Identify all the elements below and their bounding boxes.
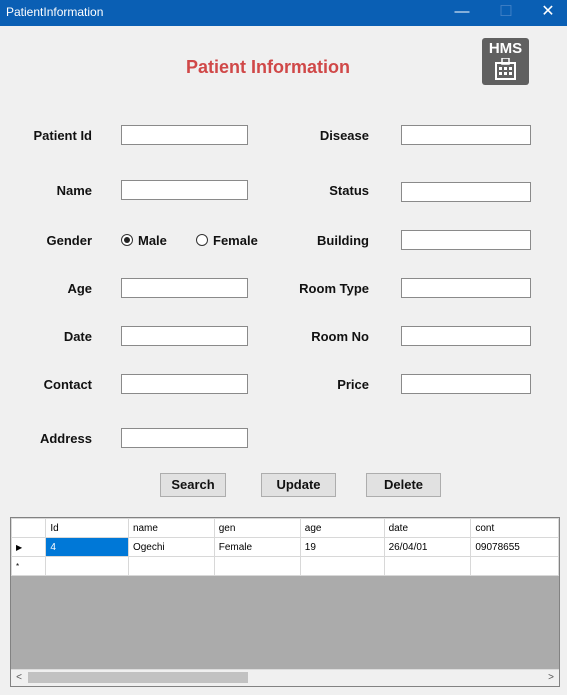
disease-label: Disease <box>319 128 369 143</box>
grid-cell[interactable] <box>213 556 301 576</box>
grid-cell[interactable]: 09078655 <box>470 537 559 557</box>
gender-male-radio[interactable]: Male <box>121 233 167 248</box>
room-type-label: Room Type <box>299 281 369 296</box>
close-button[interactable]: ✕ <box>526 0 567 26</box>
grid-header-row: Id name gen age date cont <box>11 518 559 538</box>
grid-cell[interactable] <box>383 556 472 576</box>
title-bar: PatientInformation — ☐ ✕ <box>0 0 567 26</box>
gender-male-label: Male <box>138 233 167 248</box>
grid-cell[interactable] <box>127 556 215 576</box>
new-row[interactable]: * <box>11 556 559 576</box>
maximize-button[interactable]: ☐ <box>484 0 528 26</box>
status-input[interactable] <box>401 182 531 202</box>
disease-input[interactable] <box>401 125 531 145</box>
column-header[interactable]: Id <box>45 518 129 538</box>
grid-cell[interactable]: Ogechi <box>127 537 215 557</box>
grid-cell[interactable]: 19 <box>299 537 385 557</box>
price-input[interactable] <box>401 374 531 394</box>
grid-cell[interactable]: Female <box>213 537 301 557</box>
minimize-button[interactable]: — <box>440 0 484 26</box>
gender-female-radio[interactable]: Female <box>196 233 258 248</box>
delete-button[interactable]: Delete <box>366 473 441 497</box>
scrollbar-thumb[interactable] <box>28 672 248 683</box>
scroll-right-icon[interactable]: > <box>543 670 559 686</box>
grid-cell[interactable]: 26/04/01 <box>383 537 472 557</box>
update-button[interactable]: Update <box>261 473 336 497</box>
window-title: PatientInformation <box>6 5 104 19</box>
scroll-left-icon[interactable]: < <box>11 670 27 686</box>
grid-cell[interactable] <box>470 556 559 576</box>
search-button[interactable]: Search <box>160 473 226 497</box>
building-label: Building <box>317 233 369 248</box>
page-title: Patient Information <box>185 57 350 77</box>
address-input[interactable] <box>121 428 248 448</box>
radio-selected-icon <box>121 234 133 246</box>
room-type-input[interactable] <box>401 278 531 298</box>
name-input[interactable] <box>121 180 248 200</box>
table-row[interactable]: ▶ 4 Ogechi Female 19 26/04/01 09078655 <box>11 537 559 557</box>
gender-label: Gender <box>46 233 92 248</box>
patient-id-input[interactable] <box>121 125 248 145</box>
row-selector-icon[interactable]: ▶ <box>11 537 47 557</box>
age-input[interactable] <box>121 278 248 298</box>
hms-logo: HMS <box>482 38 529 85</box>
column-header[interactable]: name <box>127 518 215 538</box>
column-header[interactable]: gen <box>213 518 301 538</box>
grid-cell[interactable] <box>45 556 129 576</box>
horizontal-scrollbar[interactable]: < > <box>11 669 559 686</box>
column-header[interactable]: cont <box>470 518 559 538</box>
date-label: Date <box>63 329 92 344</box>
contact-input[interactable] <box>121 374 248 394</box>
price-label: Price <box>337 377 369 392</box>
logo-text: HMS <box>488 40 523 57</box>
grid-corner-cell <box>11 518 47 538</box>
building-input[interactable] <box>401 230 531 250</box>
name-label: Name <box>56 183 92 198</box>
age-label: Age <box>67 281 92 296</box>
grid-cell[interactable] <box>299 556 385 576</box>
grid-cell[interactable]: 4 <box>45 537 129 557</box>
patient-data-grid[interactable]: Id name gen age date cont ▶ 4 Ogechi Fem… <box>10 517 560 687</box>
room-no-input[interactable] <box>401 326 531 346</box>
patient-id-label: Patient Id <box>33 128 92 143</box>
column-header[interactable]: date <box>383 518 472 538</box>
column-header[interactable]: age <box>299 518 385 538</box>
grid-table: Id name gen age date cont ▶ 4 Ogechi Fem… <box>11 518 559 576</box>
contact-label: Contact <box>43 377 92 392</box>
status-label: Status <box>329 183 369 198</box>
radio-unselected-icon <box>196 234 208 246</box>
date-input[interactable] <box>121 326 248 346</box>
new-row-icon: * <box>11 556 47 576</box>
address-label: Address <box>39 431 92 446</box>
room-no-label: Room No <box>311 329 369 344</box>
hospital-icon <box>495 58 516 80</box>
